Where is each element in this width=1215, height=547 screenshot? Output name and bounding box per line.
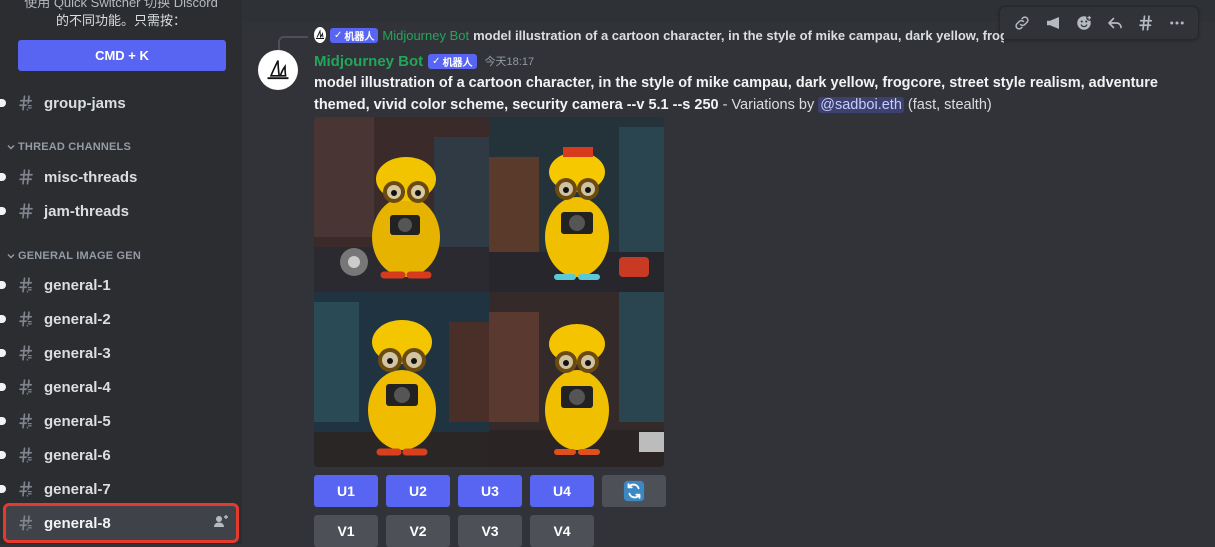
thread-icon[interactable] xyxy=(1132,9,1160,37)
channel-general-1[interactable]: general-1 xyxy=(0,269,234,301)
reply-text: model illustration of a cartoon characte… xyxy=(473,27,1004,43)
variation-3-button[interactable]: V3 xyxy=(458,515,522,547)
thread-hash-icon xyxy=(16,93,36,113)
hint-line-1: 使用 Quick Switcher 切换 Discord xyxy=(24,0,218,10)
variation-4-button[interactable]: V4 xyxy=(530,515,594,547)
quick-switcher-hint: 使用 Quick Switcher 切换 Discord 的不同功能。只需按： xyxy=(0,0,242,30)
channel-label: general-1 xyxy=(44,276,111,294)
avatar[interactable] xyxy=(258,50,298,90)
category-thread-channels[interactable]: THREAD CHANNELS xyxy=(6,139,131,155)
message-content: model illustration of a cartoon characte… xyxy=(314,72,1174,116)
image-tile-3[interactable] xyxy=(314,292,489,467)
refresh-icon xyxy=(623,480,645,502)
thread-hash-icon xyxy=(16,377,36,397)
unread-indicator xyxy=(0,383,6,391)
hint-line-2: 的不同功能。只需按： xyxy=(55,13,186,28)
unread-indicator xyxy=(0,417,6,425)
thread-hash-icon xyxy=(16,343,36,363)
reply-avatar xyxy=(314,27,326,43)
upscale-1-button[interactable]: U1 xyxy=(314,475,378,507)
upscale-2-button[interactable]: U2 xyxy=(386,475,450,507)
unread-indicator xyxy=(0,99,6,107)
hash-icon xyxy=(16,201,36,221)
channel-label: group-jams xyxy=(44,94,126,112)
unread-indicator xyxy=(0,207,6,215)
add-member-icon[interactable] xyxy=(213,513,229,529)
bot-tag: ✓ 机器人 xyxy=(330,27,379,43)
category-label: THREAD CHANNELS xyxy=(18,141,131,153)
author-name[interactable]: Midjourney Bot xyxy=(314,53,423,70)
link-icon[interactable] xyxy=(1008,9,1036,37)
channel-misc-threads[interactable]: misc-threads xyxy=(0,161,234,193)
bot-tag-label: 机器人 xyxy=(344,31,375,43)
category-label: GENERAL IMAGE GEN xyxy=(18,250,141,262)
image-tile-4[interactable] xyxy=(489,292,664,467)
thread-hash-icon xyxy=(16,445,36,465)
channel-label: misc-threads xyxy=(44,168,138,186)
channel-general-4[interactable]: general-4 xyxy=(0,371,234,403)
bot-tag: ✓ 机器人 xyxy=(428,53,477,69)
channel-general-8[interactable]: general-8 xyxy=(3,503,239,543)
channel-label: jam-threads xyxy=(44,202,130,220)
thread-hash-icon xyxy=(16,275,36,295)
quick-switcher-button[interactable]: CMD + K xyxy=(18,40,226,71)
channel-general-7[interactable]: general-7 xyxy=(0,473,234,505)
add-reaction-icon[interactable] xyxy=(1070,9,1098,37)
message-header: Midjourney Bot ✓ 机器人 今天18:17 xyxy=(314,50,534,72)
channel-sidebar: 使用 Quick Switcher 切换 Discord 的不同功能。只需按： … xyxy=(0,0,242,544)
unread-indicator xyxy=(0,315,6,323)
unread-indicator xyxy=(0,173,6,181)
channel-label: general-8 xyxy=(44,514,111,532)
timestamp[interactable]: 今天18:17 xyxy=(485,53,535,69)
more-icon[interactable] xyxy=(1163,9,1191,37)
reply-spine xyxy=(278,36,308,50)
upscale-4-button[interactable]: U4 xyxy=(530,475,594,507)
reply-reference[interactable]: ✓ 机器人 Midjourney Bot model illustration o… xyxy=(314,27,1004,43)
bot-tag-label: 机器人 xyxy=(442,57,473,69)
mute-icon[interactable] xyxy=(1039,9,1067,37)
channel-general-5[interactable]: general-5 xyxy=(0,405,234,437)
thread-hash-icon xyxy=(16,309,36,329)
channel-label: general-6 xyxy=(44,446,111,464)
reply-icon[interactable] xyxy=(1101,9,1129,37)
channel-label: general-4 xyxy=(44,378,111,396)
channel-jam-threads[interactable]: jam-threads xyxy=(0,195,234,227)
generated-image-grid[interactable] xyxy=(314,117,664,467)
unread-indicator xyxy=(0,349,6,357)
channel-group-jams[interactable]: group-jams xyxy=(0,87,234,119)
image-tile-2[interactable] xyxy=(489,117,664,292)
reply-author[interactable]: Midjourney Bot xyxy=(382,28,469,43)
variation-2-button[interactable]: V2 xyxy=(386,515,450,547)
message-toolbar xyxy=(999,6,1199,40)
thread-hash-icon xyxy=(16,513,36,533)
verified-check-icon: ✓ xyxy=(432,55,441,67)
midjourney-sailboat-icon xyxy=(267,60,289,80)
variations-text: - Variations by xyxy=(718,97,819,113)
thread-hash-icon xyxy=(16,479,36,499)
channel-label: general-5 xyxy=(44,412,111,430)
verified-check-icon: ✓ xyxy=(334,29,343,41)
channel-general-2[interactable]: general-2 xyxy=(0,303,234,335)
hash-icon xyxy=(16,167,36,187)
unread-indicator xyxy=(0,451,6,459)
message-area: ✓ 机器人 Midjourney Bot model illustration o… xyxy=(242,0,1215,547)
unread-indicator xyxy=(0,281,6,289)
channel-label: general-3 xyxy=(44,344,111,362)
upscale-3-button[interactable]: U3 xyxy=(458,475,522,507)
mode-text: (fast, stealth) xyxy=(903,97,992,113)
image-tile-1[interactable] xyxy=(314,117,489,292)
chevron-down-icon xyxy=(7,145,15,150)
user-mention[interactable]: @sadboi.eth xyxy=(818,97,904,113)
channel-label: general-2 xyxy=(44,310,111,328)
reroll-button[interactable] xyxy=(602,475,666,507)
variation-1-button[interactable]: V1 xyxy=(314,515,378,547)
category-general-image-gen[interactable]: GENERAL IMAGE GEN xyxy=(6,248,141,264)
unread-indicator xyxy=(0,485,6,493)
channel-general-3[interactable]: general-3 xyxy=(0,337,234,369)
thread-hash-icon xyxy=(16,411,36,431)
channel-label: general-7 xyxy=(44,480,111,498)
channel-general-6[interactable]: general-6 xyxy=(0,439,234,471)
chevron-down-icon xyxy=(7,254,15,259)
